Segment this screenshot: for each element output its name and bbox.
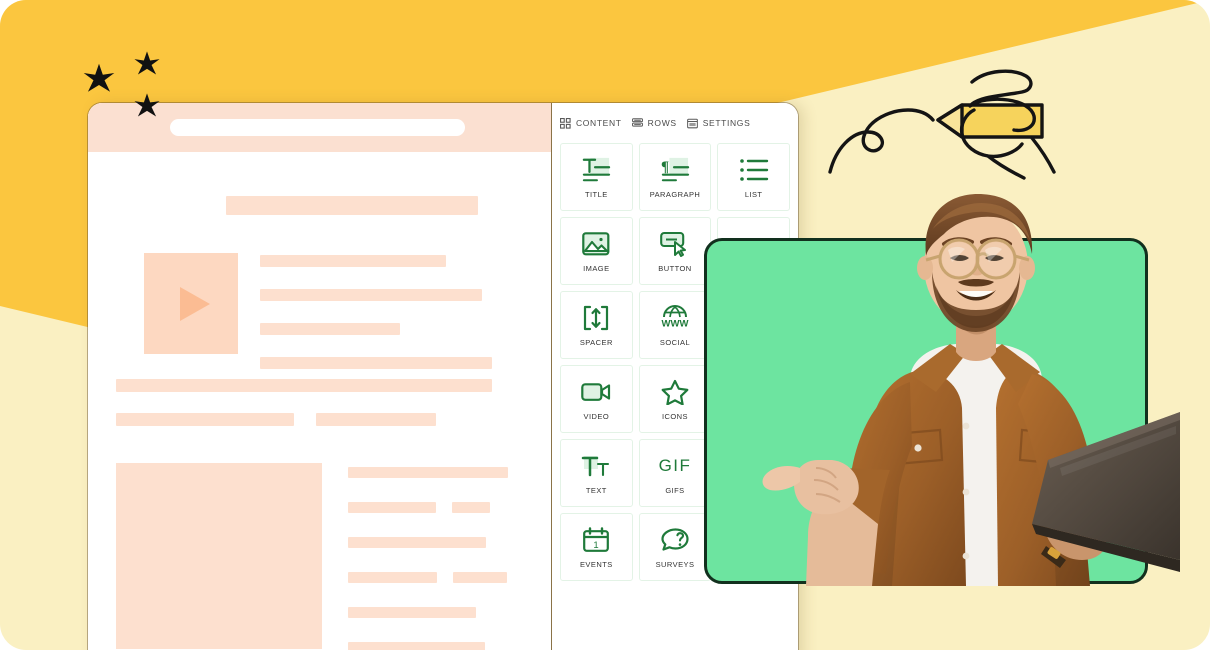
- block-button[interactable]: BUTTON: [638, 217, 712, 285]
- star-icon: [134, 93, 160, 117]
- placeholder-wide-lines: [116, 379, 523, 447]
- block-label: LIST: [744, 190, 763, 199]
- block-paragraph[interactable]: ¶ PARAGRAPH: [638, 143, 712, 211]
- text-icon: [581, 451, 611, 481]
- image-block-row: [116, 463, 523, 650]
- panel-tab-bar: CONTENT ROWS SETTINGS: [552, 103, 798, 143]
- image-icon: [582, 229, 610, 259]
- block-label: BUTTON: [658, 264, 692, 273]
- survey-icon: [660, 525, 690, 555]
- block-label: IMAGE: [583, 264, 610, 273]
- editor-canvas: [88, 103, 552, 650]
- star-icon: [83, 63, 115, 92]
- gif-glyph: GIF: [658, 456, 692, 475]
- block-label: GIFS: [665, 486, 685, 495]
- paragraph-icon: ¶: [659, 155, 691, 185]
- block-events[interactable]: 1 EVENTS: [560, 513, 633, 581]
- social-www-icon: WWW: [661, 303, 689, 333]
- promo-banner-stage: CONTENT ROWS SETTINGS TITLE ¶ PARAGRAPH …: [0, 0, 1210, 650]
- placeholder-text-lines: [348, 463, 523, 650]
- block-gifs[interactable]: GIF GIFS: [638, 439, 712, 507]
- spacer-icon: [582, 303, 610, 333]
- block-spacer[interactable]: SPACER: [560, 291, 633, 359]
- star-icon: [661, 377, 689, 407]
- email-editor-window: CONTENT ROWS SETTINGS TITLE ¶ PARAGRAPH …: [88, 103, 798, 650]
- block-label: ICONS: [661, 412, 688, 421]
- url-bar[interactable]: [170, 119, 465, 136]
- block-social[interactable]: WWW SOCIAL: [638, 291, 712, 359]
- rows-icon: [631, 117, 643, 129]
- green-backdrop: [707, 241, 1145, 581]
- block-image[interactable]: IMAGE: [560, 217, 633, 285]
- placeholder-image: [116, 463, 322, 649]
- tab-label: ROWS: [647, 118, 677, 128]
- block-label: TEXT: [585, 486, 607, 495]
- block-text[interactable]: TEXT: [560, 439, 633, 507]
- block-surveys[interactable]: SURVEYS: [638, 513, 712, 581]
- calendar-icon: 1: [582, 525, 610, 555]
- tab-rows[interactable]: ROWS: [631, 117, 677, 129]
- canvas-content: [88, 152, 551, 650]
- media-block-row: [116, 253, 523, 369]
- grid-icon: [560, 117, 571, 129]
- star-icon: [134, 51, 160, 75]
- play-icon: [180, 287, 210, 321]
- title-icon: [580, 155, 612, 185]
- video-icon: [581, 377, 611, 407]
- block-label: SURVEYS: [655, 560, 695, 569]
- block-title[interactable]: TITLE: [560, 143, 633, 211]
- svg-text:1: 1: [594, 540, 599, 551]
- hand-pencil-doodle-icon: [828, 69, 1056, 180]
- placeholder-heading: [226, 196, 478, 215]
- tab-label: SETTINGS: [702, 118, 751, 128]
- video-preview-card[interactable]: [704, 238, 1148, 584]
- button-icon: [660, 229, 690, 259]
- block-label: SOCIAL: [659, 338, 691, 347]
- tab-content[interactable]: CONTENT: [560, 117, 622, 129]
- block-label: VIDEO: [583, 412, 610, 421]
- block-label: PARAGRAPH: [649, 190, 701, 199]
- block-icons[interactable]: ICONS: [638, 365, 712, 433]
- svg-text:WWW: WWW: [662, 319, 689, 330]
- gif-icon: GIF: [659, 451, 692, 481]
- list-icon: [739, 155, 769, 185]
- block-label: EVENTS: [579, 560, 613, 569]
- svg-text:¶: ¶: [661, 159, 669, 175]
- settings-icon: [686, 118, 698, 129]
- block-video[interactable]: VIDEO: [560, 365, 633, 433]
- block-list[interactable]: LIST: [717, 143, 790, 211]
- placeholder-video-thumb: [144, 253, 238, 354]
- block-label: SPACER: [579, 338, 613, 347]
- tab-label: CONTENT: [576, 118, 622, 128]
- block-label: TITLE: [584, 190, 608, 199]
- tab-settings[interactable]: SETTINGS: [686, 118, 751, 129]
- placeholder-text-lines: [260, 253, 523, 369]
